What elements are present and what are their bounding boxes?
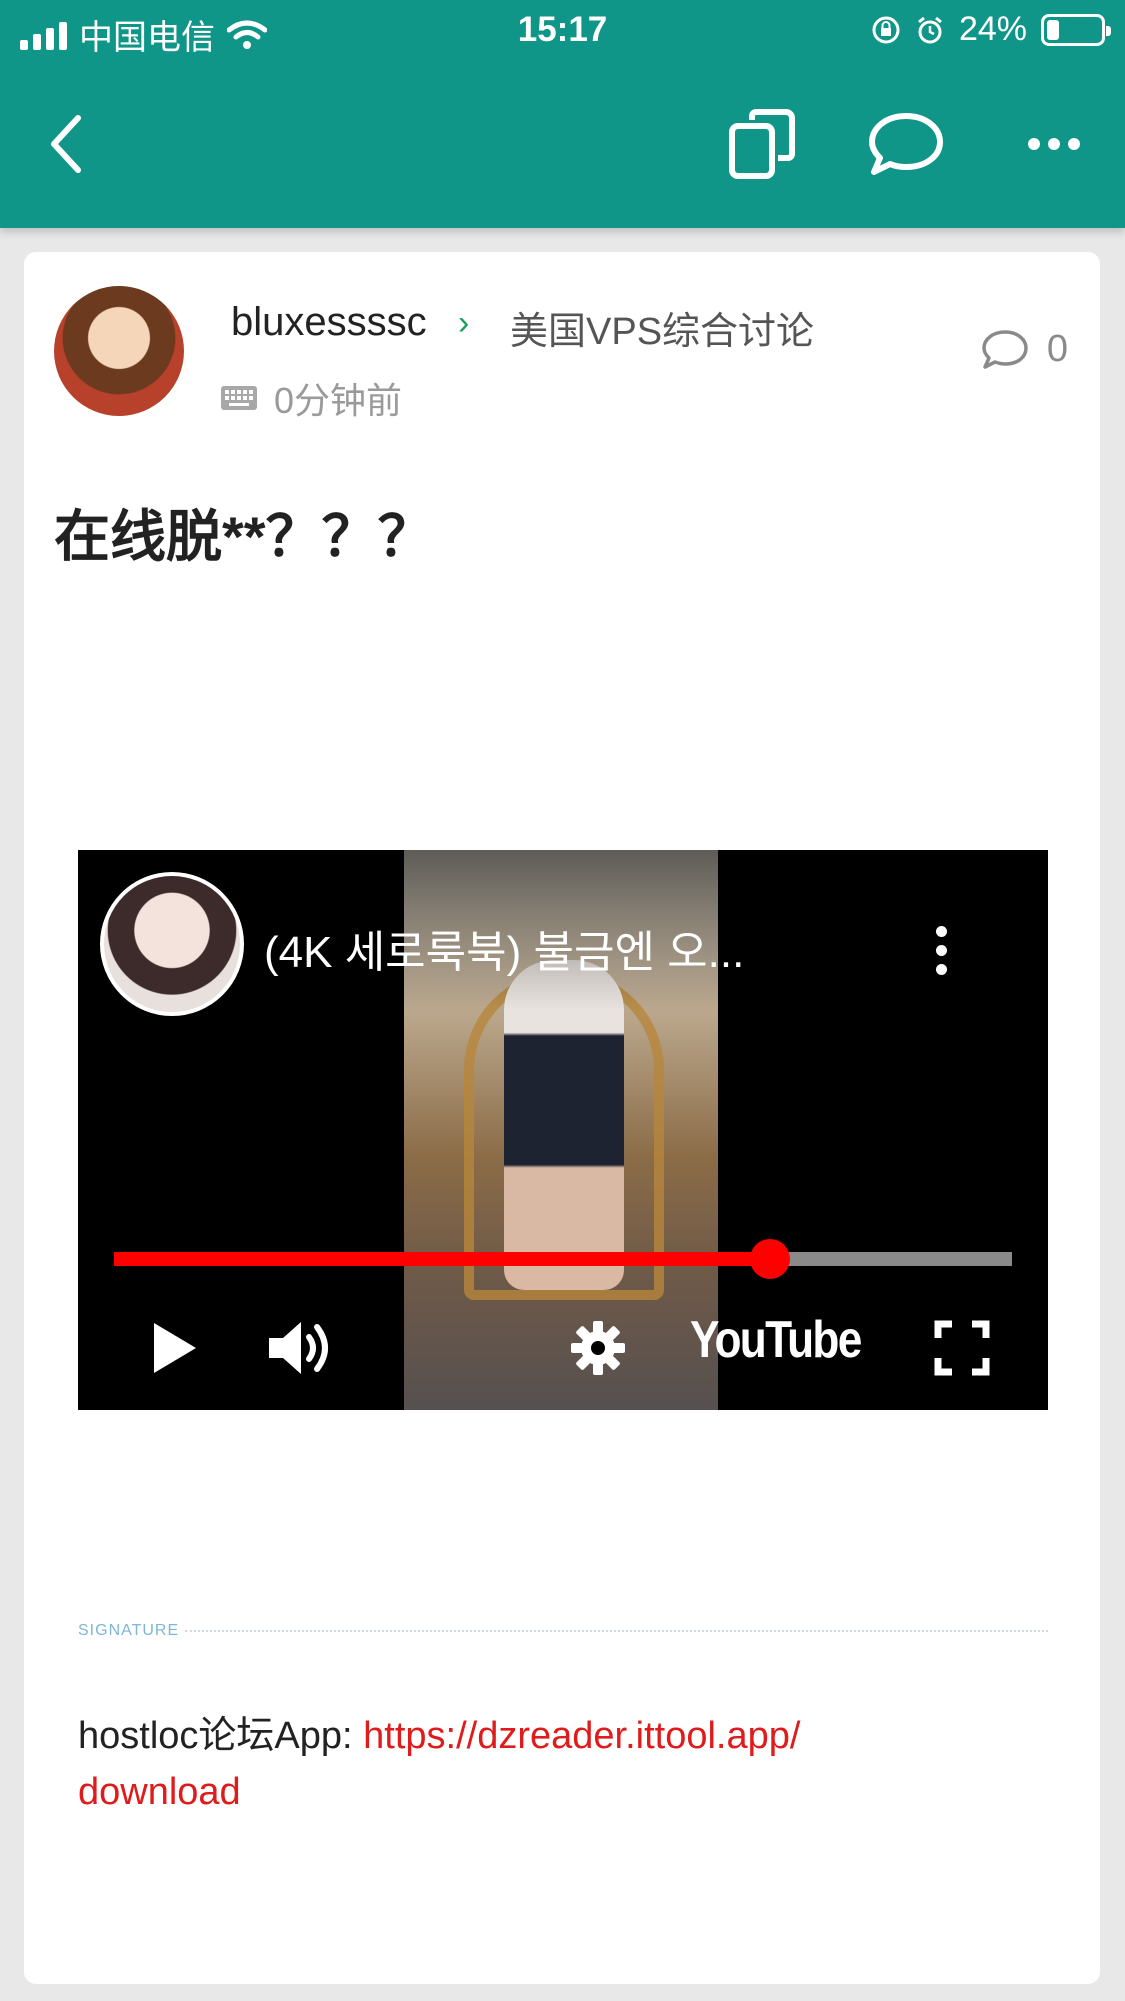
volume-button[interactable] bbox=[264, 1312, 336, 1384]
app-header: 中国电信 15:17 24% bbox=[0, 0, 1125, 228]
post-card: bluxessssc › 美国VPS综合讨论 0分钟前 0 在线脱**？？？ (… bbox=[24, 252, 1100, 1984]
reply-count: 0 bbox=[1046, 328, 1068, 370]
signature-label: SIGNATURE bbox=[78, 1622, 180, 1639]
signature-prefix: hostloc论坛App: bbox=[78, 1715, 364, 1757]
more-button[interactable] bbox=[1016, 106, 1092, 182]
youtube-logo[interactable]: YouTube bbox=[690, 1310, 862, 1370]
post-time: 0分钟前 bbox=[274, 380, 403, 421]
forum-link[interactable]: 美国VPS综合讨论 bbox=[510, 300, 814, 355]
video-more-button[interactable] bbox=[936, 926, 948, 983]
post-title: 在线脱**？？？ bbox=[54, 505, 434, 568]
volume-icon bbox=[269, 1322, 328, 1374]
play-button[interactable] bbox=[138, 1312, 210, 1384]
video-progress-bar[interactable] bbox=[114, 1239, 1012, 1279]
back-button[interactable] bbox=[28, 106, 104, 182]
battery-percent: 24% bbox=[958, 10, 1027, 48]
settings-button[interactable] bbox=[562, 1312, 634, 1384]
fullscreen-icon bbox=[934, 1320, 990, 1376]
chevron-right-icon: › bbox=[458, 304, 470, 342]
signature-divider: SIGNATURE bbox=[78, 1622, 1048, 1640]
keyboard-icon bbox=[221, 386, 257, 410]
channel-avatar[interactable] bbox=[100, 872, 244, 1016]
copy-icon bbox=[729, 109, 795, 179]
battery-icon bbox=[1041, 13, 1111, 46]
alarm-icon bbox=[918, 16, 942, 43]
video-player[interactable]: (4K 세로룩북) 불금엔 오... YouTube bbox=[78, 850, 1048, 1410]
back-icon bbox=[51, 115, 81, 173]
progress-scrubber-handle[interactable] bbox=[749, 1239, 790, 1279]
fullscreen-button[interactable] bbox=[926, 1312, 998, 1384]
reply-count-button[interactable]: 0 bbox=[981, 328, 1068, 371]
avatar[interactable] bbox=[54, 286, 184, 416]
status-bar: 中国电信 15:17 24% bbox=[0, 0, 1125, 64]
comment-icon bbox=[869, 113, 943, 175]
comment-button[interactable] bbox=[868, 106, 944, 182]
copy-button[interactable] bbox=[726, 106, 802, 182]
orientation-lock-icon bbox=[872, 16, 900, 43]
video-title[interactable]: (4K 세로룩북) 불금엔 오... bbox=[264, 916, 744, 980]
gear-icon bbox=[571, 1321, 625, 1375]
username[interactable]: bluxessssc bbox=[231, 300, 427, 345]
more-icon bbox=[1028, 138, 1080, 150]
comment-icon bbox=[982, 329, 1028, 369]
play-icon bbox=[154, 1323, 196, 1373]
signature-text: hostloc论坛App: https://dzreader.ittool.ap… bbox=[78, 1708, 978, 1820]
